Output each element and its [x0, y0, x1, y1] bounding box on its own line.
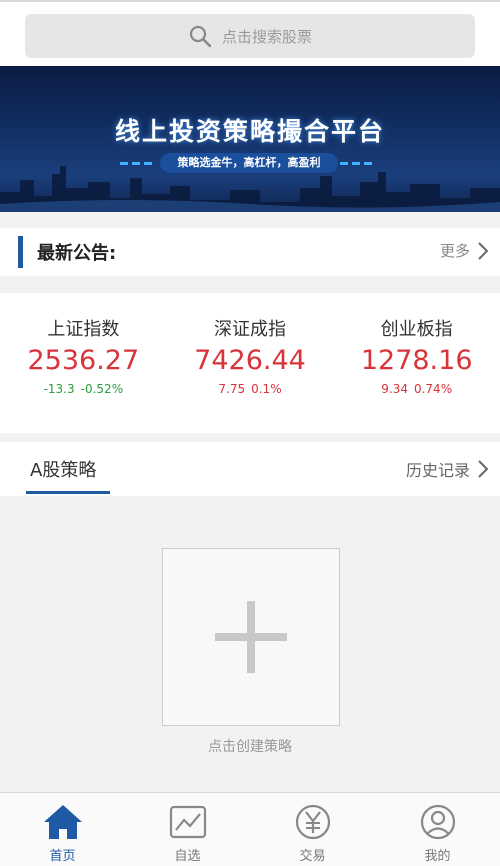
index-change: -13.3 -0.52%: [0, 382, 167, 396]
tab-watchlist[interactable]: 自选: [125, 793, 250, 866]
index-name: 创业板指: [380, 319, 453, 340]
index-change-points: 7.75: [218, 382, 246, 396]
index-name: 上证指数: [47, 319, 120, 340]
announcement-more-link[interactable]: 更多: [440, 240, 488, 261]
banner-decoration-left: [120, 162, 156, 165]
index-change-points: 9.34: [381, 382, 408, 396]
index-card-shenzhen[interactable]: 深证成指 7426.44 7.75 0.1%: [167, 293, 334, 433]
index-change: 7.75 0.1%: [167, 382, 334, 396]
tab-mine[interactable]: 我的: [375, 793, 500, 866]
index-value: 7426.44: [194, 345, 306, 376]
banner-decoration-right: [340, 162, 376, 165]
strategy-tab-bar: A股策略 历史记录: [0, 442, 500, 496]
index-change-percent: -0.52%: [80, 382, 124, 396]
create-strategy-button[interactable]: [162, 548, 340, 726]
chevron-right-icon: [478, 241, 488, 260]
tab-label: 首页: [49, 849, 76, 864]
bottom-tab-bar: 首页 自选 交易 我的: [0, 792, 500, 866]
announcement-bar[interactable]: 最新公告: 更多: [0, 228, 500, 276]
user-icon: [420, 804, 455, 840]
home-icon: [43, 805, 82, 839]
more-label: 更多: [439, 242, 470, 260]
tab-home[interactable]: 首页: [0, 793, 125, 866]
promo-banner[interactable]: 线上投资策略撮合平台 策略选金牛，高杠杆，高盈利: [0, 66, 500, 212]
index-value: 2536.27: [27, 345, 140, 376]
index-change-percent: 0.1%: [251, 382, 282, 396]
index-change-points: -13.3: [43, 382, 75, 396]
tab-label: 自选: [174, 849, 201, 864]
search-icon: [189, 25, 212, 48]
search-placeholder: 点击搜索股票: [221, 27, 312, 46]
strategy-content: 点击创建策略: [0, 496, 500, 792]
announcement-title: 最新公告:: [37, 243, 117, 264]
index-change-percent: 0.74%: [413, 382, 453, 396]
tab-trade[interactable]: 交易: [250, 793, 375, 866]
announcement-accent-bar: [18, 236, 23, 268]
banner-title: 线上投资策略撮合平台: [114, 117, 385, 146]
tab-a-share-strategy[interactable]: A股策略: [30, 456, 96, 482]
index-value: 1278.16: [360, 345, 473, 376]
chevron-right-icon: [478, 460, 488, 478]
search-input[interactable]: 点击搜索股票: [25, 14, 475, 58]
yen-icon: [295, 804, 330, 840]
chart-icon: [169, 805, 206, 839]
plus-icon: [215, 601, 287, 673]
create-strategy-label: 点击创建策略: [208, 739, 292, 755]
index-card-shanghai[interactable]: 上证指数 2536.27 -13.3 -0.52%: [0, 293, 167, 433]
tab-label: 我的: [424, 849, 451, 864]
history-label: 历史记录: [405, 461, 470, 480]
index-change: 9.34 0.74%: [333, 382, 500, 396]
market-indices: 上证指数 2536.27 -13.3 -0.52% 深证成指 7426.44 7.…: [0, 293, 500, 433]
index-name: 深证成指: [214, 319, 286, 340]
index-card-chinext[interactable]: 创业板指 1278.16 9.34 0.74%: [333, 293, 500, 433]
banner-subtitle: 策略选金牛，高杠杆，高盈利: [160, 153, 338, 173]
top-bar: 点击搜索股票: [0, 0, 500, 66]
history-link[interactable]: 历史记录: [406, 457, 488, 481]
tab-label: 交易: [299, 849, 326, 864]
active-tab-indicator: [26, 491, 110, 494]
